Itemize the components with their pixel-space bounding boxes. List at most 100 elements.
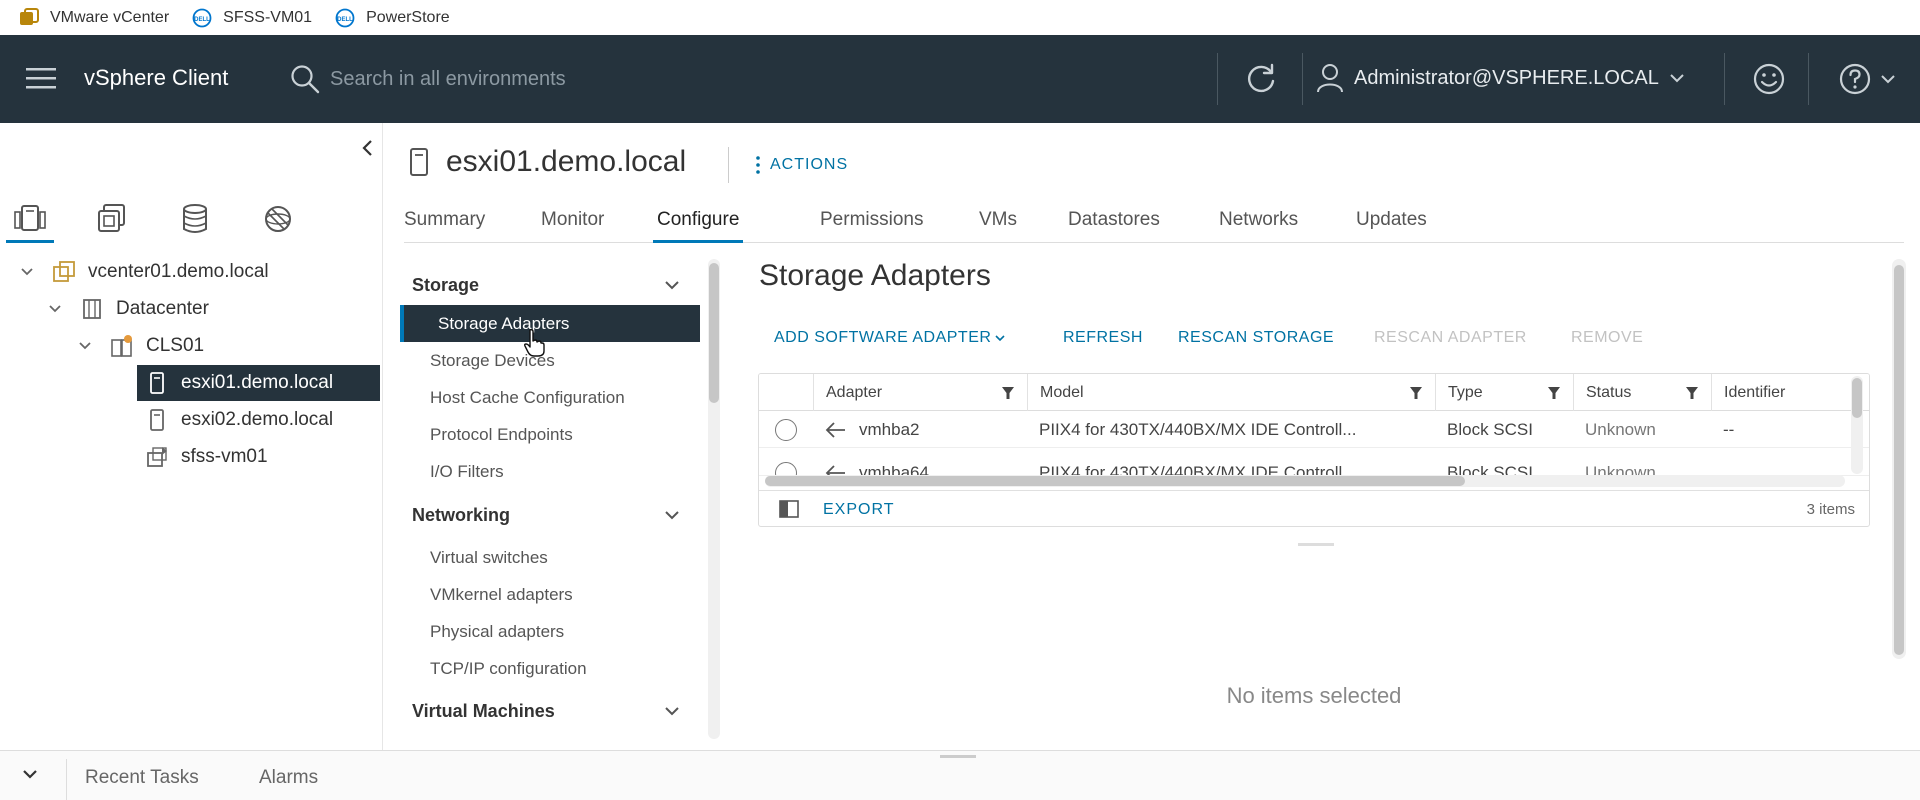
column-header-adapter[interactable]: Adapter	[813, 374, 1027, 411]
submenu-item-storage-devices[interactable]: Storage Devices	[400, 342, 700, 379]
chevron-down-icon[interactable]	[18, 263, 36, 281]
hosts-clusters-tab-icon[interactable]	[6, 195, 54, 243]
table-row[interactable]: vmhba64 PIIX4 for 430TX/440BX/MX IDE Con…	[759, 448, 1869, 476]
bookmark-vmware-vcenter[interactable]: VMware vCenter	[18, 7, 169, 29]
column-header-identifier[interactable]: Identifier	[1711, 374, 1849, 411]
submenu-group-title: Virtual Machines	[412, 700, 555, 721]
networking-tab-icon[interactable]	[254, 195, 302, 243]
column-header-status[interactable]: Status	[1573, 374, 1711, 411]
chevron-down-icon[interactable]	[76, 337, 94, 355]
bookmark-label: VMware vCenter	[50, 8, 170, 26]
scrollbar-thumb[interactable]	[1894, 265, 1904, 655]
rescan-adapter-button[interactable]: RESCAN ADAPTER	[1374, 329, 1527, 347]
submenu-item-host-cache[interactable]: Host Cache Configuration	[400, 379, 700, 416]
recent-tasks-tab[interactable]: Recent Tasks	[85, 767, 199, 789]
refresh-button[interactable]: REFRESH	[1063, 329, 1143, 347]
datagrid-footer: EXPORT 3 items	[759, 490, 1869, 526]
tab-summary[interactable]: Summary	[404, 209, 485, 243]
scrollbar-thumb[interactable]	[1852, 378, 1862, 418]
row-radio[interactable]	[763, 454, 813, 475]
filter-icon[interactable]	[1547, 386, 1561, 400]
cell-model: PIIX4 for 430TX/440BX/MX IDE Controll...	[1039, 462, 1357, 476]
table-row[interactable]: vmhba2 PIIX4 for 430TX/440BX/MX IDE Cont…	[759, 411, 1869, 448]
tab-permissions[interactable]: Permissions	[820, 209, 923, 243]
chevron-down-icon[interactable]	[1880, 73, 1896, 85]
actions-menu-button[interactable]: ACTIONS	[756, 155, 848, 175]
cluster-icon	[110, 334, 134, 358]
rescan-storage-button[interactable]: RESCAN STORAGE	[1178, 329, 1334, 347]
tree-item-label: Datacenter	[116, 298, 209, 319]
column-header-type[interactable]: Type	[1435, 374, 1573, 411]
chevron-down-icon[interactable]	[46, 300, 64, 318]
submenu-item-physical-adapters[interactable]: Physical adapters	[400, 613, 700, 650]
submenu-group-networking[interactable]: Networking	[400, 497, 700, 533]
tree-item-cluster[interactable]: CLS01	[76, 328, 376, 364]
no-items-selected-text: No items selected	[1226, 683, 1402, 708]
tree-item-esxi02[interactable]: esxi02.demo.local	[137, 402, 380, 438]
submenu-group-storage[interactable]: Storage	[400, 267, 700, 303]
remove-button[interactable]: REMOVE	[1571, 329, 1643, 347]
adapter-name: vmhba64	[859, 462, 929, 476]
bookmark-sfss-vm01[interactable]: DELL SFSS-VM01	[191, 7, 312, 29]
filter-icon[interactable]	[1001, 386, 1015, 400]
datagrid-header: Adapter Model Type Status Identifier	[759, 374, 1869, 411]
tab-updates[interactable]: Updates	[1356, 209, 1427, 243]
submenu-item-io-filters[interactable]: I/O Filters	[400, 453, 700, 490]
add-software-adapter-button[interactable]: ADD SOFTWARE ADAPTER	[774, 329, 1006, 347]
vms-templates-tab-icon[interactable]	[88, 195, 136, 243]
radio-button[interactable]	[775, 418, 797, 441]
bookmark-powerstore[interactable]: DELL PowerStore	[334, 7, 450, 29]
scrollbar-thumb[interactable]	[765, 476, 1465, 486]
tab-networks[interactable]: Networks	[1219, 209, 1298, 243]
chevron-down-icon	[664, 280, 680, 290]
hamburger-menu-icon[interactable]	[26, 65, 56, 91]
submenu-item-virtual-switches[interactable]: Virtual switches	[400, 539, 700, 576]
refresh-icon[interactable]	[1244, 62, 1278, 96]
search-input[interactable]	[330, 63, 830, 95]
search-icon[interactable]	[290, 64, 320, 94]
submenu-scrollbar[interactable]	[708, 259, 720, 739]
alarms-tab[interactable]: Alarms	[259, 767, 318, 789]
bottom-panel-resize-handle[interactable]	[940, 755, 976, 758]
datagrid-vertical-scrollbar[interactable]	[1851, 376, 1863, 474]
cell-status: Unknown	[1585, 419, 1656, 439]
export-button[interactable]: EXPORT	[823, 501, 895, 519]
vmware-icon	[18, 7, 40, 29]
submenu-group-virtual-machines[interactable]: Virtual Machines	[400, 693, 700, 729]
object-header: esxi01.demo.local	[408, 145, 686, 179]
user-menu[interactable]: Administrator@VSPHERE.LOCAL	[1316, 63, 1685, 93]
row-radio[interactable]	[763, 411, 813, 448]
actions-label: ACTIONS	[770, 156, 849, 173]
submenu-item-storage-adapters[interactable]: Storage Adapters	[400, 305, 700, 342]
content-scrollbar[interactable]	[1892, 259, 1906, 659]
pane-splitter[interactable]	[1298, 543, 1334, 546]
chevron-down-icon[interactable]	[22, 768, 38, 780]
radio-button[interactable]	[775, 461, 797, 475]
more-vertical-icon	[756, 155, 760, 175]
column-label: Status	[1586, 383, 1632, 401]
scrollbar-thumb[interactable]	[709, 263, 719, 403]
configure-submenu: Storage Storage Adapters Storage Devices…	[400, 259, 730, 739]
tab-vms[interactable]: VMs	[979, 209, 1017, 243]
cell-type: Block SCSI	[1447, 462, 1533, 476]
submenu-item-tcpip-configuration[interactable]: TCP/IP configuration	[400, 650, 700, 687]
tree-item-esxi01[interactable]: esxi01.demo.local	[137, 365, 380, 401]
tab-configure[interactable]: Configure	[653, 209, 744, 243]
column-header-model[interactable]: Model	[1027, 374, 1435, 411]
storage-tab-icon[interactable]	[171, 195, 219, 243]
tab-datastores[interactable]: Datastores	[1068, 209, 1160, 243]
tree-item-vcenter[interactable]: vcenter01.demo.local	[18, 254, 378, 290]
tab-monitor[interactable]: Monitor	[541, 209, 604, 243]
filter-icon[interactable]	[1409, 386, 1423, 400]
datagrid-horizontal-scrollbar[interactable]	[765, 475, 1845, 487]
smiley-feedback-icon[interactable]	[1752, 62, 1786, 96]
help-icon[interactable]	[1838, 62, 1872, 96]
filter-icon[interactable]	[1685, 386, 1699, 400]
app-title[interactable]: vSphere Client	[84, 65, 228, 91]
tree-item-sfss-vm01[interactable]: sfss-vm01	[137, 439, 380, 475]
collapse-panel-icon[interactable]	[360, 137, 376, 159]
submenu-item-vmkernel-adapters[interactable]: VMkernel adapters	[400, 576, 700, 613]
submenu-item-protocol-endpoints[interactable]: Protocol Endpoints	[400, 416, 700, 453]
tree-item-datacenter[interactable]: Datacenter	[46, 291, 376, 327]
column-toggle-icon[interactable]	[779, 500, 799, 518]
